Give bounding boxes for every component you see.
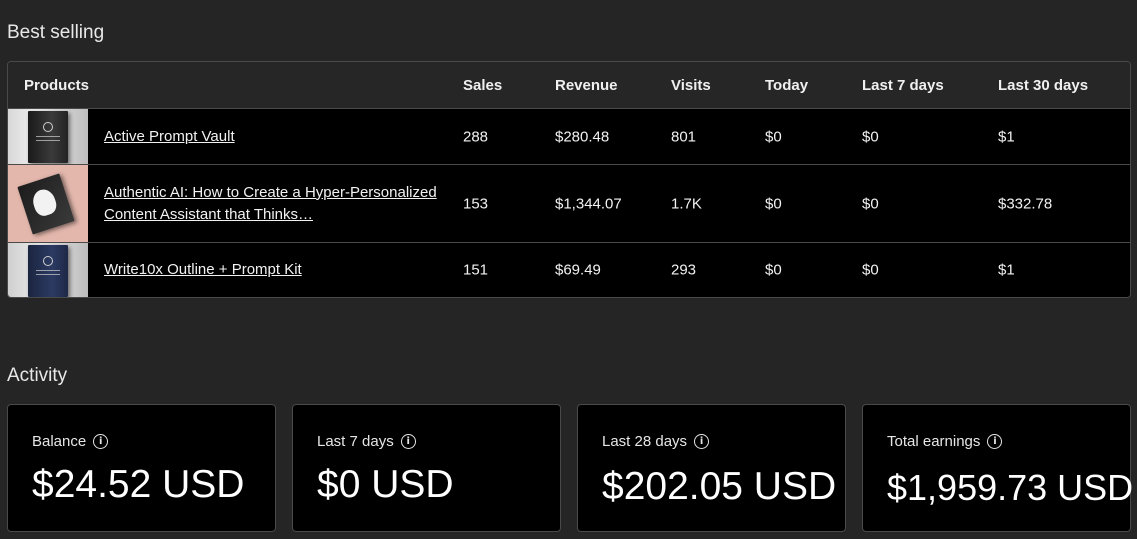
column-header-sales[interactable]: Sales	[463, 77, 502, 94]
product-thumbnail	[8, 165, 88, 242]
card-label-text: Balance	[32, 433, 87, 450]
column-header-revenue[interactable]: Revenue	[555, 77, 618, 94]
last-30-days-value: $1	[998, 128, 1015, 145]
sales-value: 153	[463, 195, 489, 212]
last-7-days-value: $0	[862, 195, 879, 212]
card-label-text: Total earnings	[887, 433, 981, 450]
info-icon[interactable]: i	[400, 434, 416, 449]
activity-title: Activity	[7, 365, 68, 386]
product-thumbnail	[8, 243, 88, 297]
product-link[interactable]: Authentic AI: How to Create a Hyper-Pers…	[104, 182, 444, 226]
info-icon[interactable]: i	[987, 434, 1003, 449]
visits-value: 801	[671, 128, 697, 145]
card-label: Last 7 days i	[317, 433, 416, 450]
card-value: $202.05 USD	[602, 465, 837, 508]
best-selling-table: Products Sales Revenue Visits Today Last…	[7, 61, 1131, 298]
sales-value: 288	[463, 128, 489, 145]
info-icon[interactable]: i	[93, 434, 109, 449]
table-row: Authentic AI: How to Create a Hyper-Pers…	[8, 165, 1130, 243]
card-value: $1,959.73 USD	[887, 467, 1134, 508]
product-link[interactable]: Active Prompt Vault	[104, 126, 444, 148]
info-icon[interactable]: i	[694, 434, 710, 449]
card-value: $0 USD	[317, 463, 454, 506]
last-30-days-value: $332.78	[998, 195, 1053, 212]
total-earnings-card: Total earnings i $1,959.73 USD	[862, 404, 1134, 532]
card-label: Last 28 days i	[602, 433, 710, 450]
column-header-products[interactable]: Products	[24, 77, 89, 94]
last-7-days-value: $0	[862, 128, 879, 145]
today-value: $0	[765, 195, 782, 212]
column-header-last-7-days[interactable]: Last 7 days	[862, 77, 944, 94]
column-header-today[interactable]: Today	[765, 77, 808, 94]
today-value: $0	[765, 128, 782, 145]
last-7-days-value: $0	[862, 261, 879, 279]
visits-value: 293	[671, 261, 697, 279]
column-header-last-30-days[interactable]: Last 30 days	[998, 77, 1088, 94]
product-link[interactable]: Write10x Outline + Prompt Kit	[104, 259, 444, 281]
card-label: Balance i	[32, 433, 109, 450]
best-selling-title: Best selling	[7, 22, 105, 43]
table-header: Products Sales Revenue Visits Today Last…	[8, 62, 1130, 109]
last-28-days-card: Last 28 days i $202.05 USD	[577, 404, 846, 532]
card-label-text: Last 28 days	[602, 433, 688, 450]
today-value: $0	[765, 261, 782, 279]
sales-value: 151	[463, 261, 489, 279]
card-label-text: Last 7 days	[317, 433, 394, 450]
revenue-value: $69.49	[555, 261, 601, 279]
product-thumbnail	[8, 109, 88, 164]
table-row: Active Prompt Vault 288 $280.48 801 $0 $…	[8, 109, 1130, 165]
column-header-visits[interactable]: Visits	[671, 77, 711, 94]
balance-card: Balance i $24.52 USD	[7, 404, 276, 532]
last-30-days-value: $1	[998, 261, 1015, 279]
last-7-days-card: Last 7 days i $0 USD	[292, 404, 561, 532]
table-row: Write10x Outline + Prompt Kit 151 $69.49…	[8, 243, 1130, 297]
revenue-value: $280.48	[555, 128, 610, 145]
revenue-value: $1,344.07	[555, 195, 622, 212]
visits-value: 1.7K	[671, 195, 702, 212]
card-value: $24.52 USD	[32, 463, 245, 506]
card-label: Total earnings i	[887, 433, 1003, 450]
